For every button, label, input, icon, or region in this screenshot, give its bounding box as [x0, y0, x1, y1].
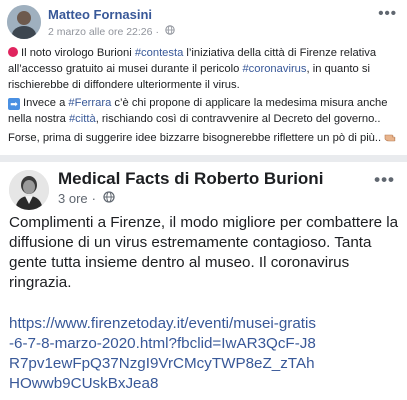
post-text-paragraph-3: Forse, prima di suggerire idee bizzarre … — [8, 130, 402, 148]
avatar[interactable] — [9, 170, 49, 210]
post-separator — [0, 155, 407, 162]
more-options-icon[interactable]: ••• — [374, 170, 395, 190]
post-timestamp[interactable]: 3 ore — [58, 191, 88, 206]
meta-separator: · — [155, 25, 159, 38]
post-link[interactable]: https://www.firenzetoday.it/eventi/musei… — [9, 314, 319, 394]
pointing-hand-icon — [384, 131, 398, 148]
more-options-icon[interactable]: ••• — [378, 5, 397, 22]
hashtag-coronavirus[interactable]: #coronavirus — [242, 63, 306, 75]
post-text-paragraph-1: Il noto virologo Burioni #contesta l’ini… — [8, 45, 402, 93]
post-body-text: Complimenti a Firenze, il modo migliore … — [9, 214, 399, 291]
post-meta: 3 ore · — [58, 191, 115, 206]
text-segment: Invece a — [23, 97, 69, 109]
post-text-paragraph-2: ➡ Invece a #Ferrara c’è chi propone di ap… — [8, 95, 402, 127]
red-circle-icon — [8, 47, 18, 57]
post-author-name[interactable]: Medical Facts di Roberto Burioni — [58, 169, 323, 189]
post-timestamp[interactable]: 2 marzo alle ore 22:26 — [48, 26, 152, 38]
hashtag-citta[interactable]: #città — [69, 113, 96, 125]
text-segment: Forse, prima di suggerire idee bizzarre … — [8, 132, 382, 144]
hashtag-ferrara[interactable]: #Ferrara — [68, 97, 111, 109]
post-author-name[interactable]: Matteo Fornasini — [48, 7, 152, 22]
meta-separator: · — [91, 191, 96, 206]
text-segment: Il noto virologo Burioni — [21, 47, 135, 59]
post-meta: 2 marzo alle ore 22:26 · — [48, 25, 175, 38]
hashtag-contesta[interactable]: #contesta — [135, 47, 184, 59]
shared-post-medical-facts: Medical Facts di Roberto Burioni 3 ore ·… — [0, 162, 407, 400]
right-arrow-icon: ➡ — [8, 98, 20, 110]
text-segment: , rischiando così di contravvenire al De… — [95, 113, 381, 125]
globe-icon — [103, 191, 115, 206]
avatar[interactable] — [7, 5, 41, 39]
post-matteo-fornasini: Matteo Fornasini 2 marzo alle ore 22:26 … — [0, 0, 407, 162]
globe-icon — [165, 25, 175, 38]
